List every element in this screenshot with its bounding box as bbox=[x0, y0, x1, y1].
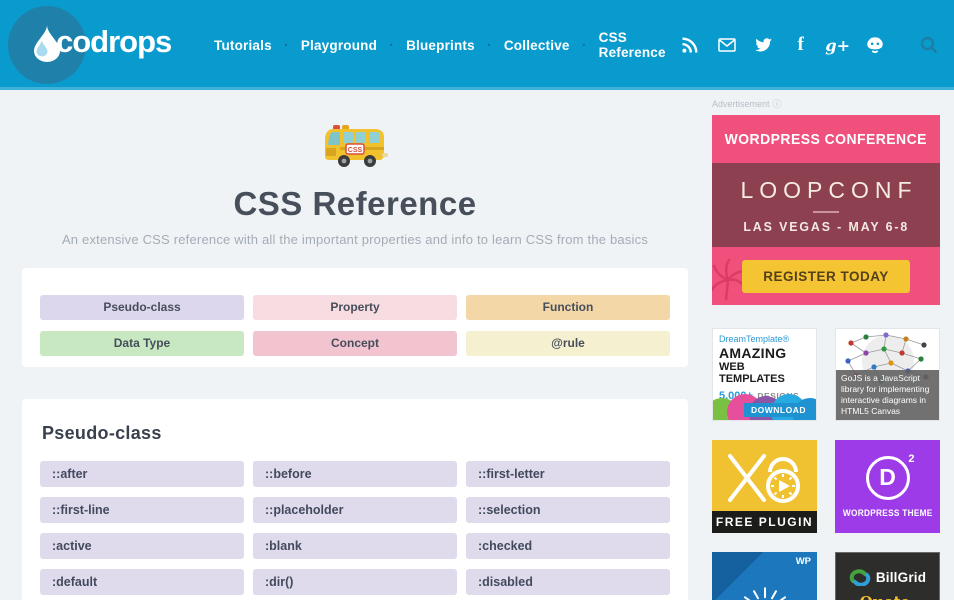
page-subtitle: An extensive CSS reference with all the … bbox=[22, 232, 688, 247]
billgrid-logo bbox=[849, 569, 871, 586]
ad-sidebar: Advertisement ⓘ WORDPRESS CONFERENCE LOO… bbox=[712, 90, 940, 600]
legend-at-rule[interactable]: @rule bbox=[466, 331, 670, 356]
site-header: codrops Tutorials · Playground · Bluepri… bbox=[0, 0, 954, 90]
bus-css-sign: CSS bbox=[348, 147, 363, 154]
ad-headline: WORDPRESS CONFERENCE bbox=[725, 131, 927, 148]
advertisement-label: Advertisement ⓘ bbox=[712, 97, 940, 110]
list-item[interactable]: ::before bbox=[253, 461, 457, 487]
github-icon[interactable] bbox=[863, 33, 887, 57]
main-nav: Tutorials · Playground · Blueprints · Co… bbox=[202, 24, 678, 66]
social-links: f g+ bbox=[678, 33, 887, 57]
nav-blueprints[interactable]: Blueprints bbox=[394, 32, 487, 59]
wp-book-ad[interactable]: WP bbox=[712, 552, 817, 600]
google-plus-icon[interactable]: g+ bbox=[826, 33, 850, 57]
advertisement-text: Advertisement bbox=[712, 99, 770, 109]
loopconf-wordmark: LOOPCONF bbox=[740, 177, 917, 204]
download-button[interactable]: DOWNLOAD bbox=[744, 403, 813, 417]
register-today-button[interactable]: REGISTER TODAY bbox=[742, 260, 910, 293]
pseudo-class-list: ::after ::before ::first-letter ::first-… bbox=[40, 461, 670, 600]
section-title: Pseudo-class bbox=[42, 423, 670, 444]
wp-corner-label: WP bbox=[796, 556, 811, 567]
rss-icon[interactable] bbox=[678, 33, 702, 57]
divi-superscript: 2 bbox=[907, 453, 915, 465]
list-item[interactable]: :default bbox=[40, 569, 244, 595]
legend-concept[interactable]: Concept bbox=[253, 331, 457, 356]
ad-divider bbox=[813, 211, 839, 213]
twitter-icon[interactable] bbox=[752, 33, 776, 57]
billgrid-brand: BillGrid bbox=[876, 570, 926, 585]
pseudo-class-section: Pseudo-class ::after ::before ::first-le… bbox=[22, 399, 688, 600]
info-icon[interactable]: ⓘ bbox=[773, 97, 782, 110]
hero: CSS CSS Reference An extensive CSS refer… bbox=[22, 120, 688, 247]
main-content: CSS CSS Reference An extensive CSS refer… bbox=[22, 90, 688, 600]
x-lock-graphic bbox=[712, 448, 817, 508]
page-title: CSS Reference bbox=[22, 185, 688, 223]
dreamtemplate-heading: AMAZING bbox=[719, 345, 810, 361]
divi-logo: D 2 bbox=[866, 456, 910, 500]
loopconf-ad[interactable]: WORDPRESS CONFERENCE LOOPCONF LAS VEGAS … bbox=[712, 115, 940, 305]
list-item[interactable]: :dir() bbox=[253, 569, 457, 595]
list-item[interactable]: ::first-letter bbox=[466, 461, 670, 487]
gojs-caption: GoJS is a JavaScript library for impleme… bbox=[836, 370, 939, 420]
css-bus-icon: CSS bbox=[22, 120, 688, 177]
legend-data-type[interactable]: Data Type bbox=[40, 331, 244, 356]
legend-property[interactable]: Property bbox=[253, 295, 457, 320]
nav-css-reference[interactable]: CSS Reference bbox=[587, 24, 678, 66]
legend-card: Pseudo-class Property Function Data Type… bbox=[22, 268, 688, 367]
search-icon[interactable] bbox=[919, 35, 939, 55]
page-body: CSS CSS Reference An extensive CSS refer… bbox=[0, 90, 954, 600]
list-item[interactable]: :disabled bbox=[466, 569, 670, 595]
ad-cta-band: REGISTER TODAY bbox=[712, 247, 940, 305]
list-item[interactable]: :checked bbox=[466, 533, 670, 559]
nav-tutorials[interactable]: Tutorials bbox=[202, 32, 284, 59]
dreamtemplate-subheading: WEB TEMPLATES bbox=[719, 361, 810, 385]
ad-brand-band: LOOPCONF LAS VEGAS - MAY 6-8 bbox=[712, 163, 940, 247]
list-item[interactable]: ::placeholder bbox=[253, 497, 457, 523]
logo-wordmark: codrops bbox=[56, 24, 171, 60]
divi-theme-ad[interactable]: D 2 WORDPRESS THEME bbox=[835, 440, 940, 533]
free-plugin-label: FREE PLUGIN bbox=[712, 511, 817, 533]
legend-function[interactable]: Function bbox=[466, 295, 670, 320]
list-item[interactable]: :active bbox=[40, 533, 244, 559]
gojs-ad[interactable]: GoJS is a JavaScript library for impleme… bbox=[835, 328, 940, 421]
email-icon[interactable] bbox=[715, 33, 739, 57]
divi-label: WORDPRESS THEME bbox=[843, 508, 933, 518]
facebook-icon[interactable]: f bbox=[789, 33, 813, 57]
nav-collective[interactable]: Collective bbox=[492, 32, 582, 59]
ad-tiles-grid: DreamTemplate® AMAZING WEB TEMPLATES 5,0… bbox=[712, 328, 940, 600]
dreamtemplate-brand: DreamTemplate® bbox=[719, 334, 810, 344]
dreamtemplate-ad[interactable]: DreamTemplate® AMAZING WEB TEMPLATES 5,0… bbox=[712, 328, 817, 421]
billgrid-quote-line: Quote, bbox=[860, 593, 916, 600]
ad-headline-band: WORDPRESS CONFERENCE bbox=[712, 115, 940, 163]
list-item[interactable]: ::selection bbox=[466, 497, 670, 523]
list-item[interactable]: ::after bbox=[40, 461, 244, 487]
list-item[interactable]: :blank bbox=[253, 533, 457, 559]
open-book-icon bbox=[737, 585, 793, 600]
list-item[interactable]: ::first-line bbox=[40, 497, 244, 523]
ad-location-date: LAS VEGAS - MAY 6-8 bbox=[743, 219, 909, 234]
legend-pseudo-class[interactable]: Pseudo-class bbox=[40, 295, 244, 320]
divi-letter: D bbox=[879, 464, 896, 491]
billgrid-ad[interactable]: BillGrid Quote, bbox=[835, 552, 940, 600]
nav-playground[interactable]: Playground bbox=[289, 32, 389, 59]
free-plugin-ad[interactable]: FREE PLUGIN bbox=[712, 440, 817, 533]
codrops-logo[interactable]: codrops bbox=[0, 0, 196, 90]
